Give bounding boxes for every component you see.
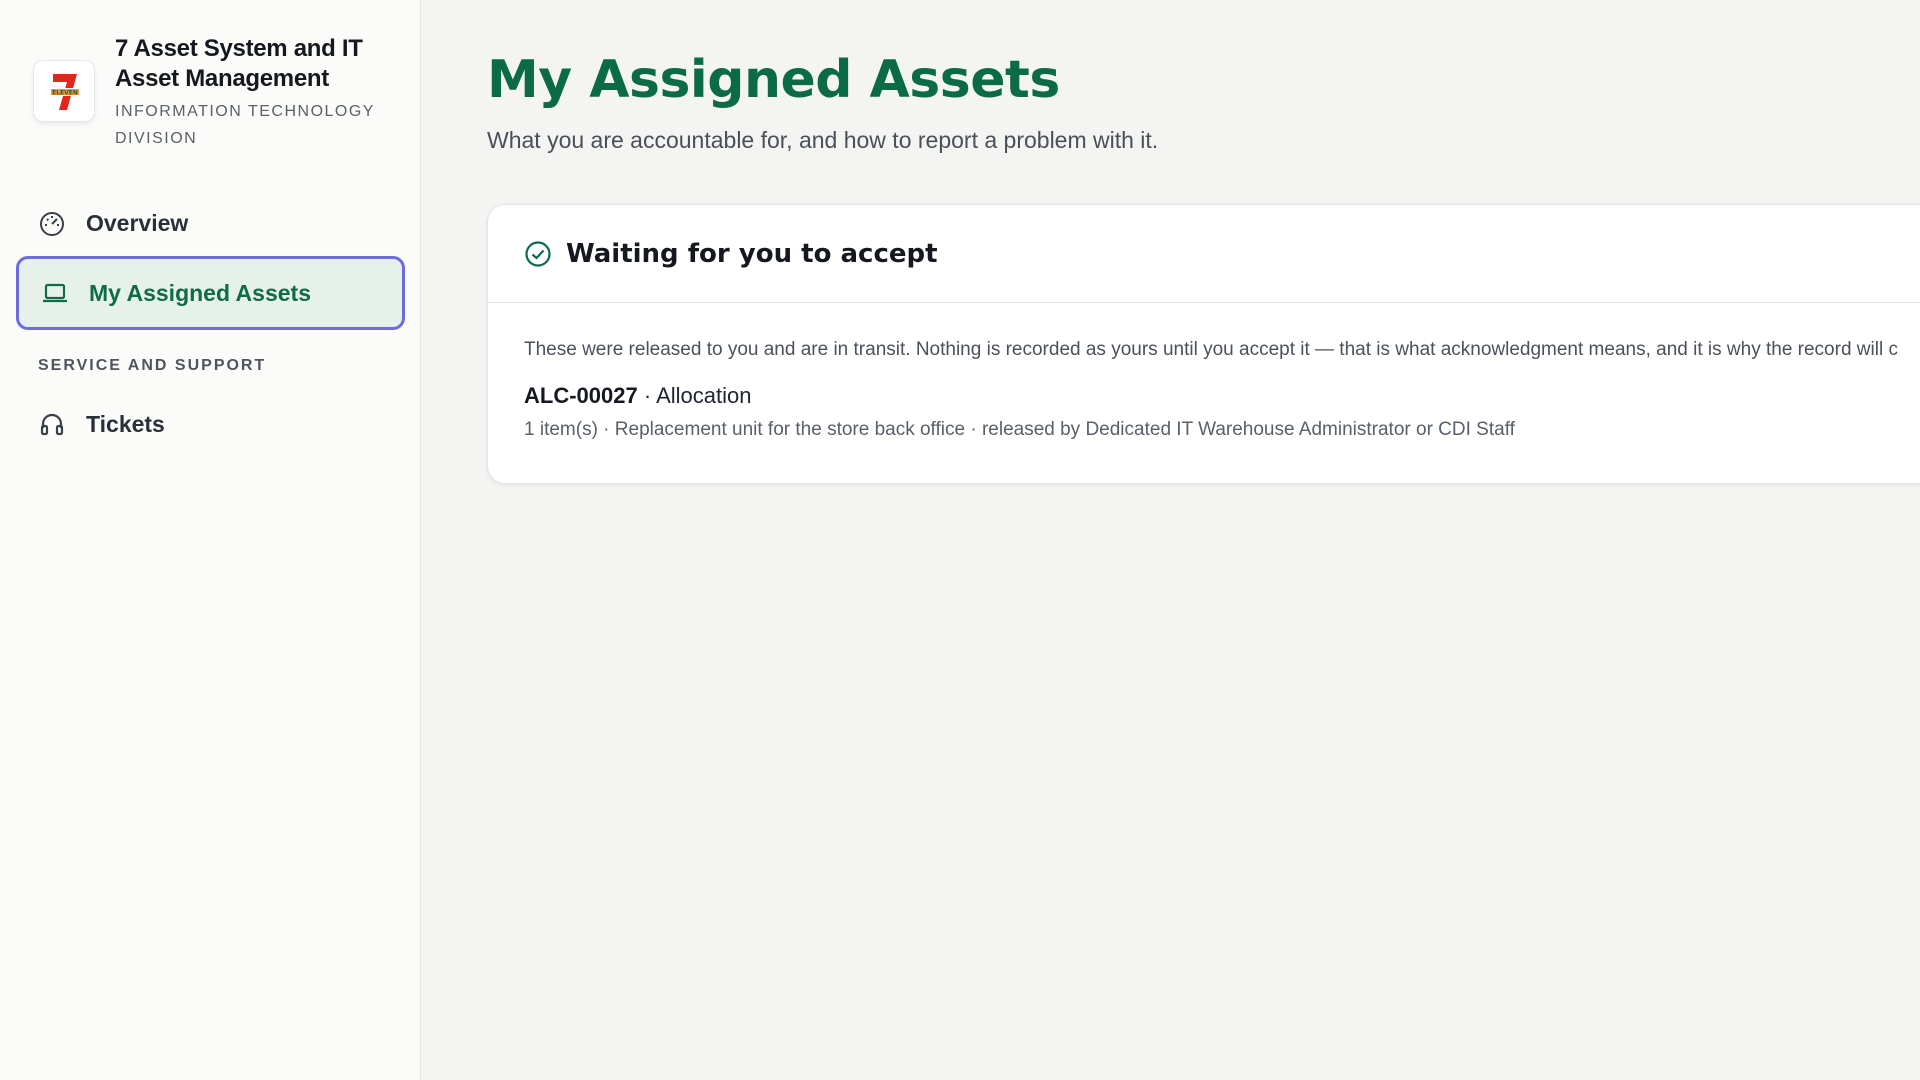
brand-title: 7 Asset System and IT Asset Management [115, 35, 363, 92]
page-title: My Assigned Assets [487, 50, 1060, 110]
card-note: These were released to you and are in tr… [524, 339, 1898, 360]
allocation-separator: · [637, 383, 657, 408]
sidebar-section-heading: SERVICE AND SUPPORT [38, 357, 267, 374]
card-title: Waiting for you to accept [566, 238, 938, 269]
sidebar-item-overview[interactable]: Overview [16, 186, 405, 260]
seven-eleven-logo-icon: ELEVEN [33, 60, 95, 122]
sidebar-item-my-assigned-assets[interactable]: My Assigned Assets [16, 256, 405, 330]
page-subtitle: What you are accountable for, and how to… [487, 127, 1159, 153]
gauge-icon [38, 209, 66, 237]
app-root: ELEVEN 7 Asset System and IT Asset Manag… [0, 0, 1920, 1080]
sidebar-item-label: Tickets [86, 410, 165, 437]
allocation-id: ALC-00027 [524, 383, 638, 408]
pending-acceptance-card: Waiting for you to accept These were rel… [487, 204, 1920, 484]
sidebar: ELEVEN 7 Asset System and IT Asset Manag… [0, 0, 421, 1080]
allocation-type: Allocation [656, 383, 752, 408]
card-body: These were released to you and are in tr… [488, 303, 1920, 441]
allocation-item[interactable]: ALC-00027 · Allocation [524, 383, 1910, 409]
brand-subtitle: INFORMATION TECHNOLOGY DIVISION [115, 103, 375, 147]
main-content: My Assigned Assets What you are accounta… [421, 0, 1920, 1080]
brand-header: ELEVEN 7 Asset System and IT Asset Manag… [33, 34, 393, 154]
laptop-icon [41, 279, 69, 307]
card-header: Waiting for you to accept [488, 205, 1920, 303]
sidebar-item-tickets[interactable]: Tickets [16, 387, 405, 461]
sidebar-item-label: Overview [86, 209, 189, 236]
allocation-meta: 1 item(s) · Replacement unit for the sto… [524, 419, 1515, 440]
sidebar-item-label: My Assigned Assets [89, 279, 311, 306]
svg-text:ELEVEN: ELEVEN [52, 90, 78, 97]
check-circle-icon [524, 240, 552, 268]
headset-icon [38, 410, 66, 438]
